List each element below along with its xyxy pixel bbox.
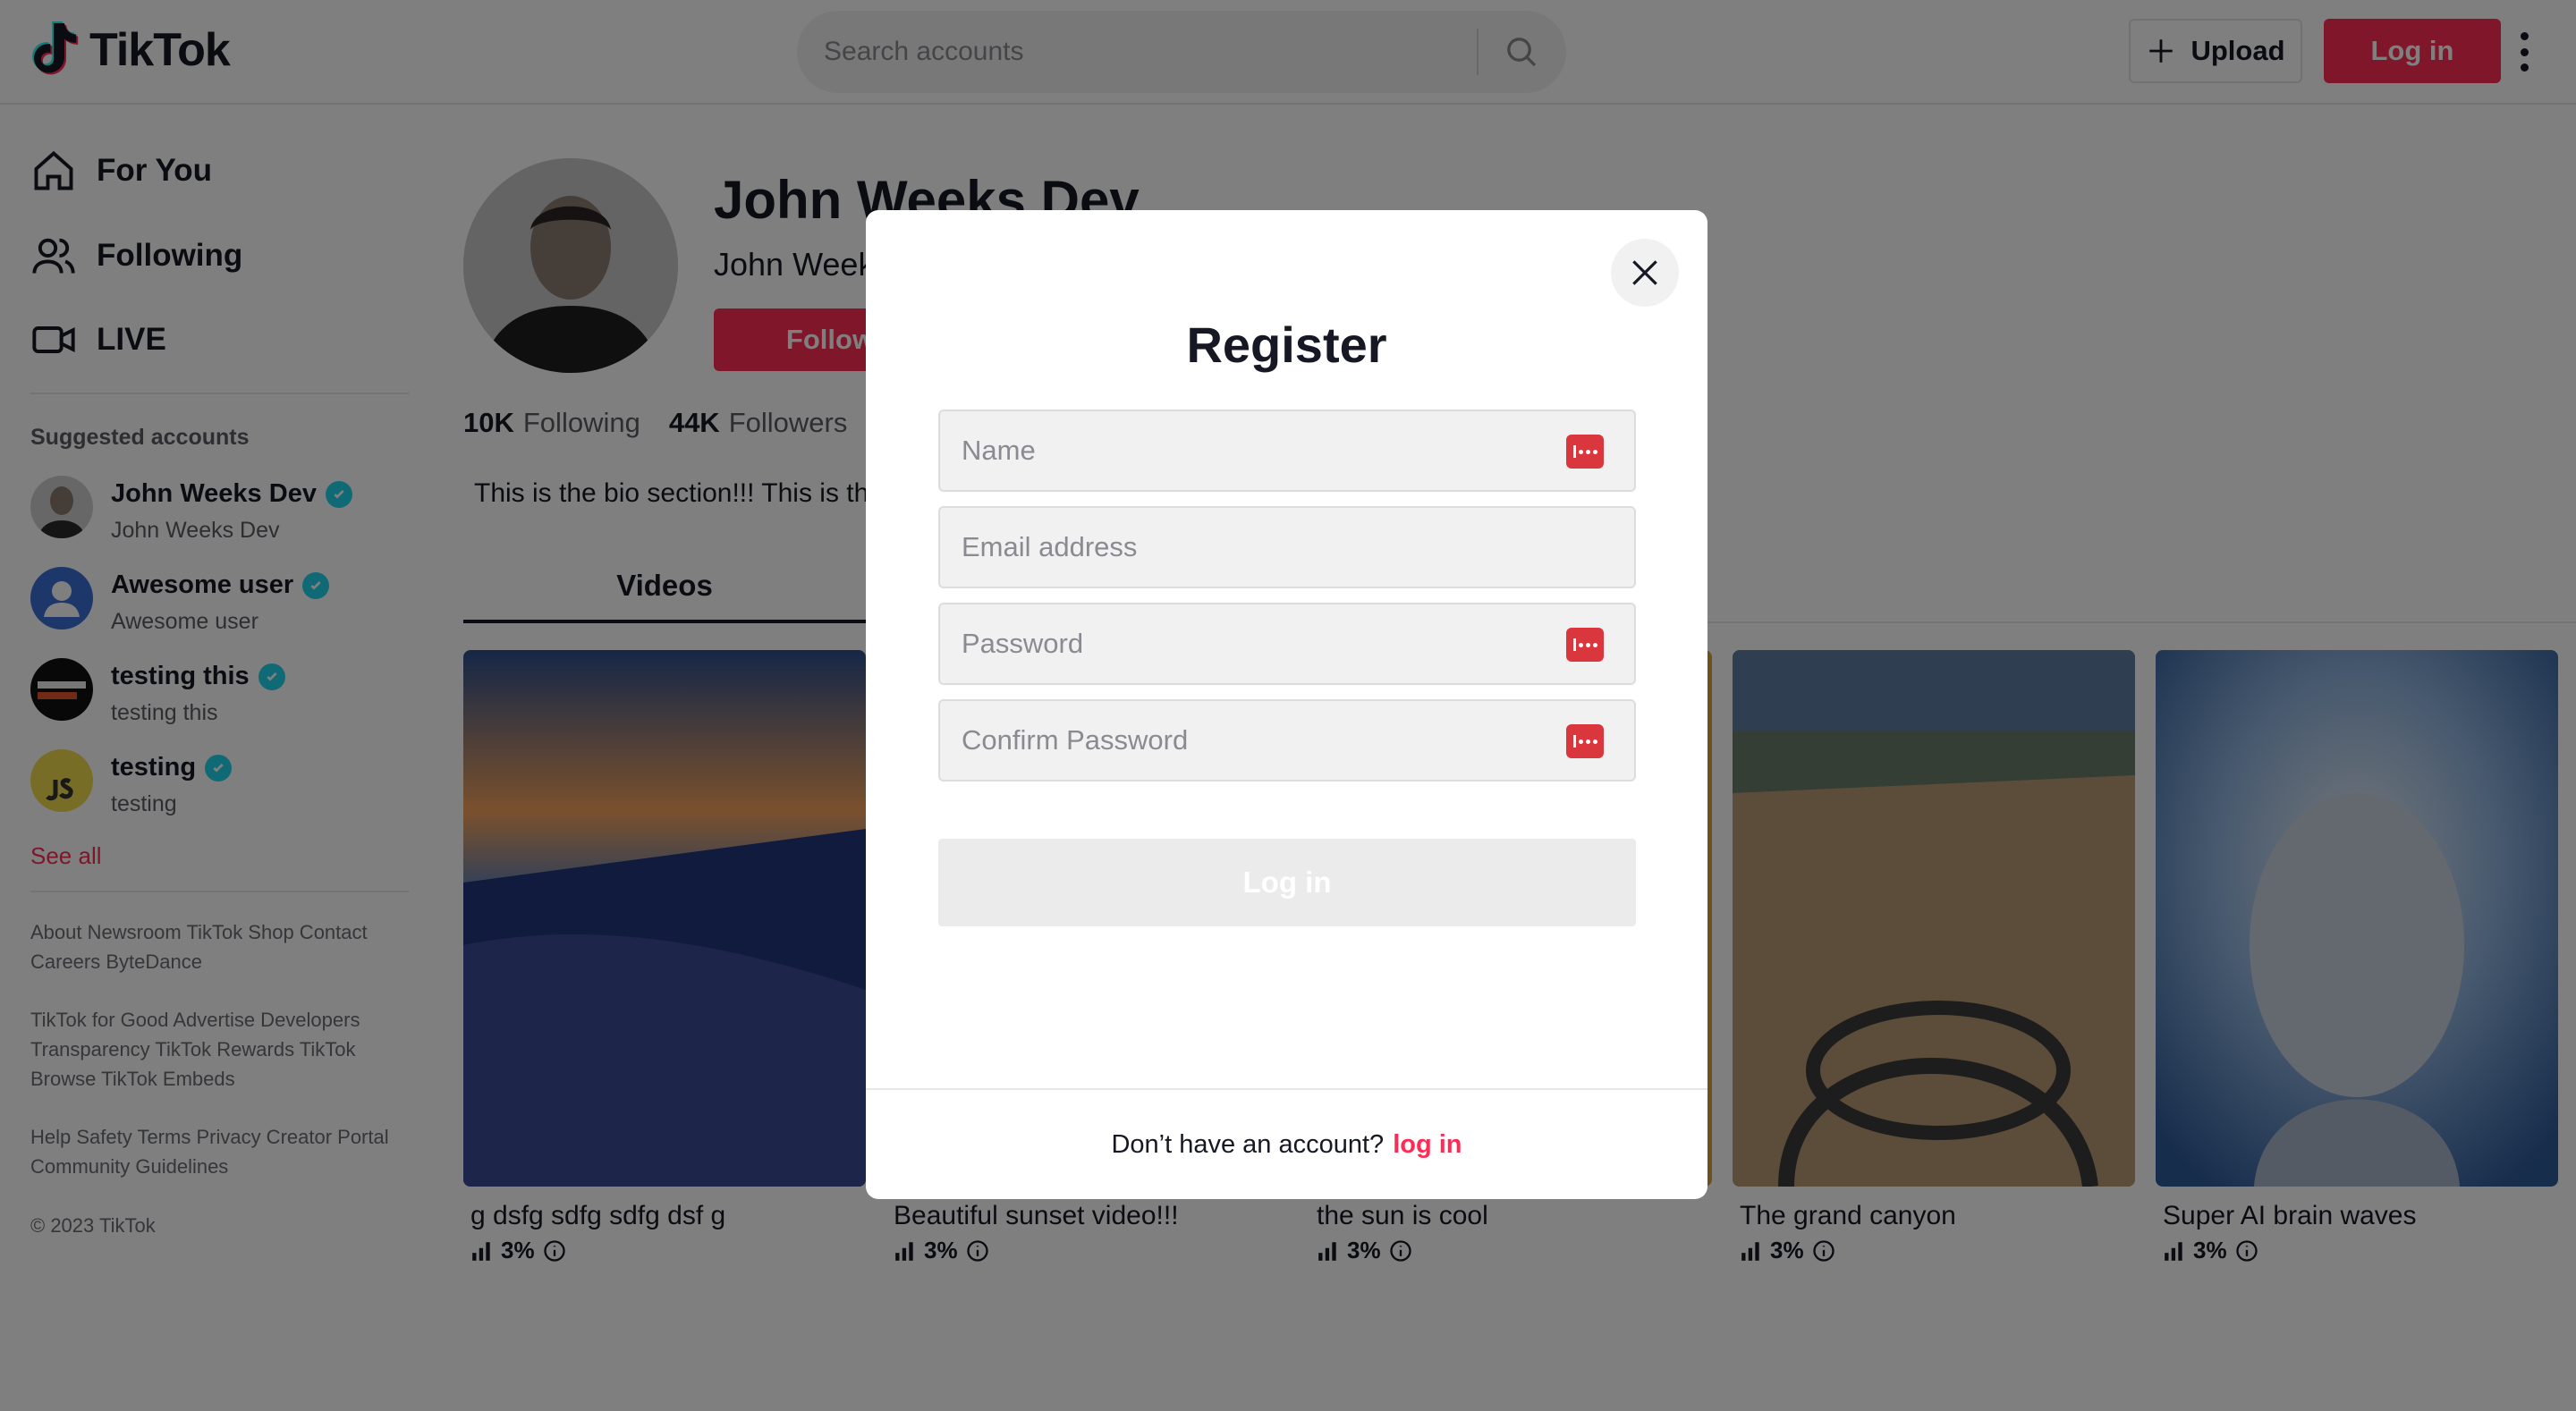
login-link[interactable]: log in	[1393, 1130, 1462, 1160]
close-icon	[1632, 260, 1657, 285]
password-manager-icon[interactable]	[1566, 628, 1604, 662]
password-field[interactable]	[938, 603, 1636, 685]
confirm-password-input[interactable]	[940, 724, 1548, 756]
password-manager-icon[interactable]	[1566, 724, 1604, 758]
confirm-password-field[interactable]	[938, 699, 1636, 782]
email-field[interactable]	[938, 506, 1636, 588]
register-modal: Register Log in Don’t have an account? l…	[866, 210, 1707, 1199]
modal-title: Register	[1186, 317, 1387, 373]
password-input[interactable]	[940, 628, 1548, 660]
email-input[interactable]	[940, 531, 1548, 563]
modal-footer: Don’t have an account? log in	[866, 1088, 1707, 1199]
page: TikTok Upload Log in For You Following L	[0, 0, 2576, 1411]
password-manager-icon[interactable]	[1566, 435, 1604, 469]
name-input[interactable]	[940, 435, 1548, 467]
footer-text: Don’t have an account?	[1111, 1129, 1385, 1159]
close-button[interactable]	[1611, 239, 1679, 307]
submit-button[interactable]: Log in	[938, 839, 1636, 926]
name-field[interactable]	[938, 410, 1636, 492]
